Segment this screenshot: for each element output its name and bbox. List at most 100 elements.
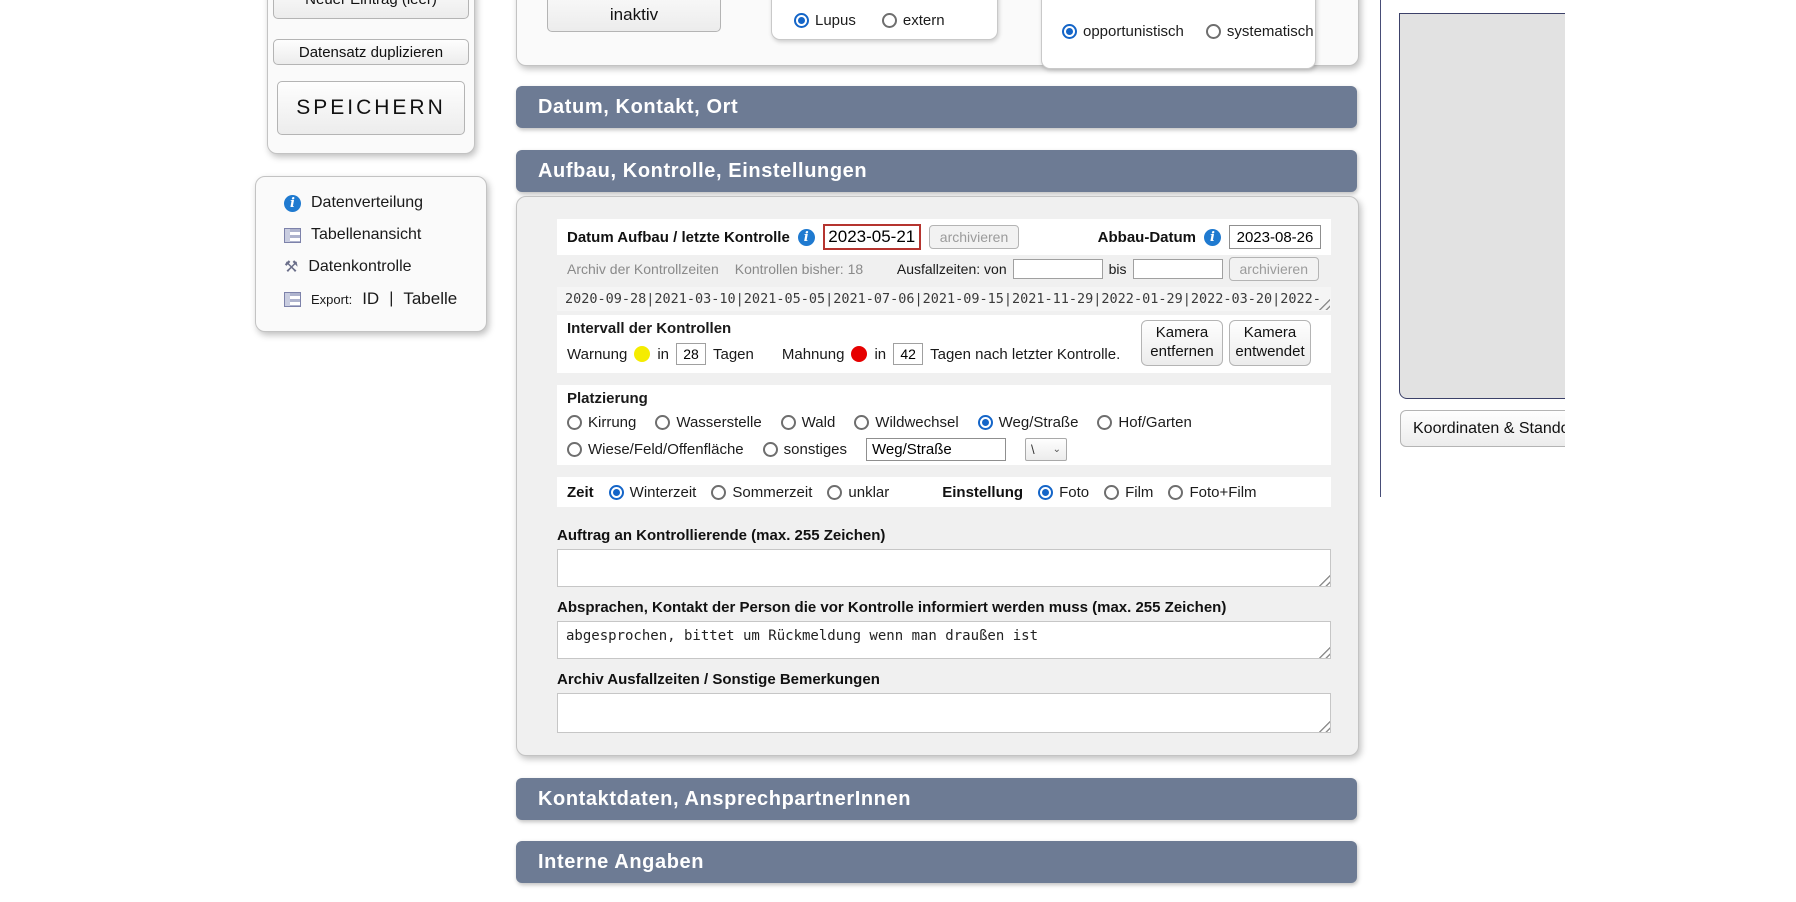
mahnung-suffix-label: Tagen nach letzter Kontrolle. <box>930 346 1120 363</box>
radio-icon[interactable] <box>609 485 624 500</box>
abbau-datum-input[interactable] <box>1229 225 1321 249</box>
koordinaten-standort-button[interactable]: Koordinaten & Standort <box>1400 410 1565 447</box>
export-id-link[interactable]: ID <box>362 289 379 309</box>
platzierung-block: Platzierung Kirrung Wasserstelle Wald Wi… <box>557 385 1331 465</box>
source-fieldset: Lupus extern <box>771 0 998 40</box>
radio-option-winterzeit[interactable]: Winterzeit <box>609 484 697 501</box>
section-header-datum-kontakt-ort[interactable]: Datum, Kontakt, Ort <box>516 86 1357 128</box>
tagen-label: Tagen <box>713 346 754 363</box>
archivieren-button[interactable]: archivieren <box>929 225 1019 249</box>
archiv-bemerkungen-label: Archiv Ausfallzeiten / Sonstige Bemerkun… <box>557 671 880 688</box>
archiv-kontrollzeiten-link[interactable]: Archiv der Kontrollzeiten <box>567 261 719 277</box>
radio-icon[interactable] <box>1168 485 1183 500</box>
radio-option-opportunistisch[interactable]: opportunistisch <box>1062 23 1184 40</box>
table-icon <box>284 228 301 243</box>
ausfall-bis-input[interactable] <box>1133 259 1223 279</box>
radio-option-foto-film[interactable]: Foto+Film <box>1168 484 1256 501</box>
radio-icon[interactable] <box>854 415 869 430</box>
koordinaten-panel: Koordinaten & Standort <box>1381 0 1565 470</box>
datum-aufbau-input[interactable] <box>823 224 921 250</box>
kamera-entfernen-button[interactable]: Kamera entfernen <box>1141 320 1223 366</box>
menu-item-tabellenansicht[interactable]: Tabellenansicht <box>284 219 486 251</box>
datensatz-duplizieren-button[interactable]: Datensatz duplizieren <box>273 39 469 65</box>
table-icon <box>284 292 301 307</box>
radio-option-unklar[interactable]: unklar <box>827 484 889 501</box>
warnung-days-input[interactable] <box>676 343 706 365</box>
info-icon[interactable]: i <box>798 229 815 246</box>
radio-icon[interactable] <box>567 415 582 430</box>
radio-option-wasserstelle[interactable]: Wasserstelle <box>655 414 761 431</box>
radio-icon[interactable] <box>763 442 778 457</box>
radio-option-wildwechsel[interactable]: Wildwechsel <box>854 414 958 431</box>
export-separator: | <box>389 290 393 308</box>
absprachen-label: Absprachen, Kontakt der Person die vor K… <box>557 599 1226 616</box>
zeit-einstellung-row: Zeit Winterzeit Sommerzeit unklar Einste… <box>557 477 1331 507</box>
radio-option-sommerzeit[interactable]: Sommerzeit <box>711 484 812 501</box>
radio-icon[interactable] <box>827 485 842 500</box>
radio-option-wiese-feld[interactable]: Wiese/Feld/Offenfläche <box>567 441 744 458</box>
zeit-label: Zeit <box>567 484 594 501</box>
tools-menu-card: i Datenverteilung Tabellenansicht ⚒ Date… <box>255 176 487 332</box>
ausfall-archivieren-button[interactable]: archivieren <box>1229 257 1319 281</box>
radio-icon[interactable] <box>794 13 809 28</box>
radio-option-foto[interactable]: Foto <box>1038 484 1089 501</box>
platzierung-title: Platzierung <box>567 390 1321 407</box>
radio-option-kirrung[interactable]: Kirrung <box>567 414 636 431</box>
in-label: in <box>657 346 669 363</box>
radio-option-extern[interactable]: extern <box>882 12 945 29</box>
mode-fieldset: opportunistisch systematisch <box>1041 0 1316 69</box>
action-buttons-card: Neuer Eintrag (leer) Datensatz duplizier… <box>267 0 475 154</box>
radio-option-lupus[interactable]: Lupus <box>794 12 856 29</box>
sonstiges-input[interactable] <box>866 438 1006 461</box>
kamera-entwendet-button[interactable]: Kamera entwendet <box>1229 320 1311 366</box>
aufbau-section-card: Datum Aufbau / letzte Kontrolle i archiv… <box>516 196 1359 756</box>
tools-icon: ⚒ <box>284 259 298 275</box>
radio-icon[interactable] <box>655 415 670 430</box>
speichern-button[interactable]: SPEICHERN <box>277 81 465 135</box>
map-placeholder[interactable] <box>1399 13 1565 399</box>
radio-icon[interactable] <box>978 415 993 430</box>
absprachen-textarea[interactable]: abgesprochen, bittet um Rückmeldung wenn… <box>557 621 1331 659</box>
kontrollzeiten-row: Archiv der Kontrollzeiten Kontrollen bis… <box>557 257 1331 281</box>
auftrag-textarea[interactable] <box>557 549 1331 587</box>
menu-item-label: Datenkontrolle <box>308 258 411 276</box>
menu-item-datenverteilung[interactable]: i Datenverteilung <box>284 187 486 219</box>
status-card: inaktiv Lupus extern opportunistisch <box>516 0 1359 66</box>
export-tabelle-link[interactable]: Tabelle <box>403 289 457 309</box>
radio-option-weg-strasse[interactable]: Weg/Straße <box>978 414 1079 431</box>
inaktiv-button[interactable]: inaktiv <box>547 0 721 32</box>
radio-icon[interactable] <box>1062 24 1077 39</box>
archiv-bemerkungen-textarea[interactable] <box>557 693 1331 733</box>
radio-option-wald[interactable]: Wald <box>781 414 836 431</box>
radio-icon[interactable] <box>1097 415 1112 430</box>
menu-item-export: Export: ID | Tabelle <box>284 283 486 315</box>
auftrag-textarea-wrap <box>557 549 1331 587</box>
kontroll-dates-log[interactable]: 2020-09-28|2021-03-10|2021-05-05|2021-07… <box>557 287 1331 311</box>
absprachen-textarea-wrap: abgesprochen, bittet um Rückmeldung wenn… <box>557 621 1331 659</box>
radio-option-sonstiges[interactable]: sonstiges <box>763 441 847 458</box>
radio-icon[interactable] <box>781 415 796 430</box>
neuer-eintrag-button[interactable]: Neuer Eintrag (leer) <box>273 0 469 19</box>
mahnung-dot-icon <box>851 346 867 362</box>
radio-option-systematisch[interactable]: systematisch <box>1206 23 1314 40</box>
menu-item-datenkontrolle[interactable]: ⚒ Datenkontrolle <box>284 251 486 283</box>
radio-icon[interactable] <box>1038 485 1053 500</box>
radio-icon[interactable] <box>1104 485 1119 500</box>
radio-option-film[interactable]: Film <box>1104 484 1153 501</box>
chevron-down-icon: ⌄ <box>1053 444 1061 455</box>
section-header-kontaktdaten[interactable]: Kontaktdaten, AnsprechpartnerInnen <box>516 778 1357 820</box>
radio-icon[interactable] <box>567 442 582 457</box>
section-header-aufbau-kontrolle[interactable]: Aufbau, Kontrolle, Einstellungen <box>516 150 1357 192</box>
radio-icon[interactable] <box>1206 24 1221 39</box>
auftrag-label: Auftrag an Kontrollierende (max. 255 Zei… <box>557 527 885 544</box>
intervall-block: Intervall der Kontrollen Warnung in Tage… <box>557 315 1331 373</box>
ausfall-von-input[interactable] <box>1013 259 1103 279</box>
mahnung-days-input[interactable] <box>893 343 923 365</box>
info-icon[interactable]: i <box>1204 229 1221 246</box>
platzierung-dropdown[interactable]: \ ⌄ <box>1025 438 1067 461</box>
in-label: in <box>874 346 886 363</box>
radio-option-hof-garten[interactable]: Hof/Garten <box>1097 414 1191 431</box>
radio-icon[interactable] <box>711 485 726 500</box>
radio-icon[interactable] <box>882 13 897 28</box>
section-header-interne-angaben[interactable]: Interne Angaben <box>516 841 1357 883</box>
